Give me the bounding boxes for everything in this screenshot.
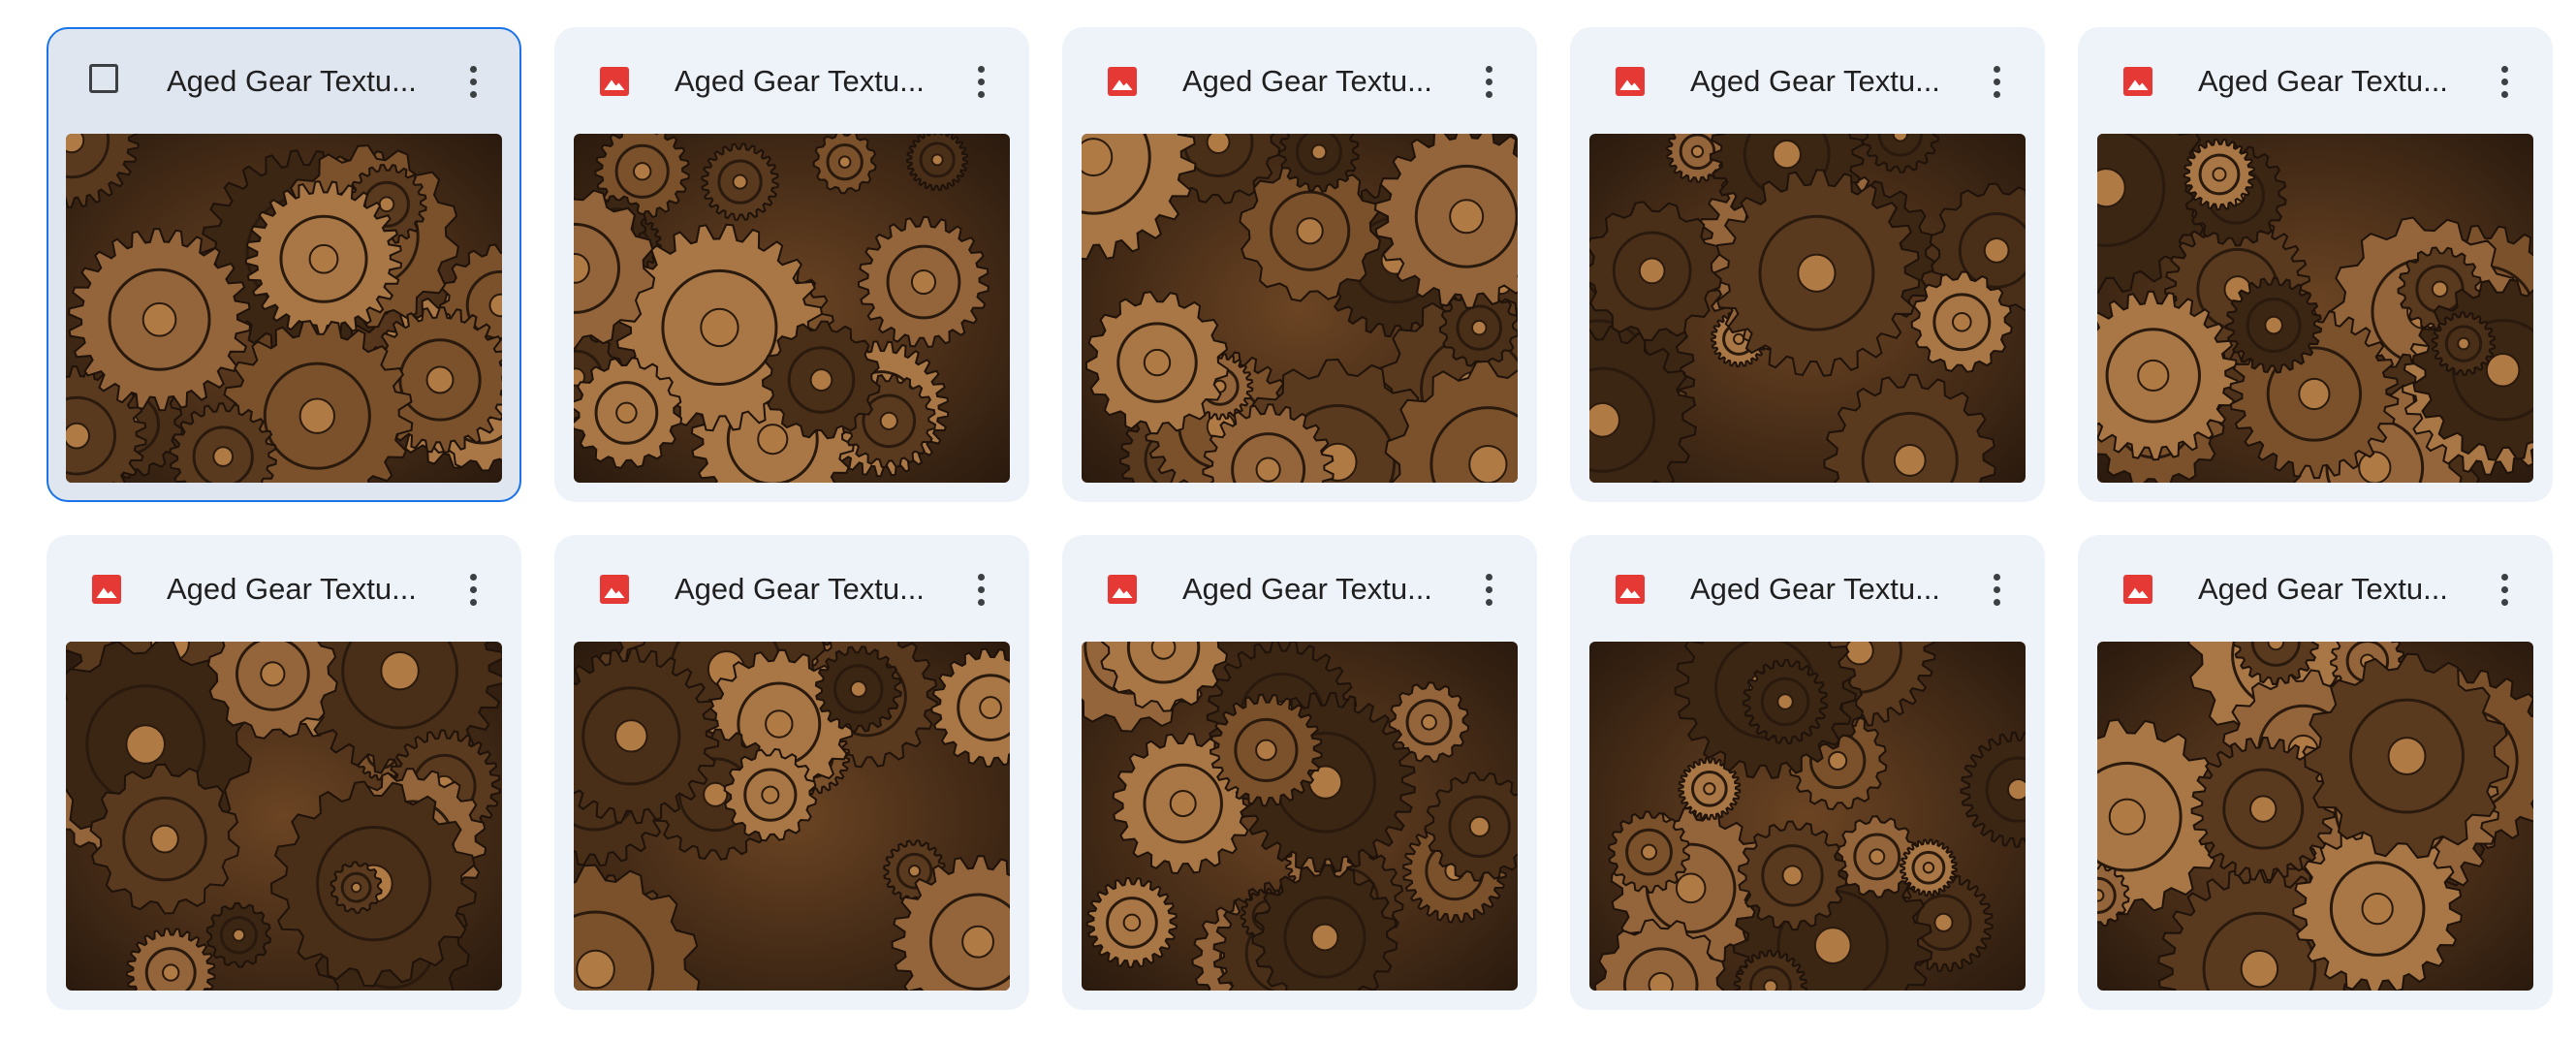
file-card[interactable]: Aged Gear Textu... [1062,535,1537,1010]
file-card-header: Aged Gear Textu... [556,537,1027,642]
file-card[interactable]: Aged Gear Textu... [1062,27,1537,502]
file-card[interactable]: Aged Gear Textu... [1570,27,2045,502]
image-file-icon [2123,575,2152,604]
file-card-header: Aged Gear Textu... [48,537,519,642]
file-thumbnail[interactable] [574,642,1010,991]
image-file-icon [1108,575,1137,604]
checkbox-icon[interactable] [89,64,118,93]
image-file-icon [1616,67,1645,96]
image-file-icon [2123,67,2152,96]
file-name: Aged Gear Textu... [167,572,417,606]
file-thumbnail[interactable] [1589,134,2026,483]
file-thumbnail[interactable] [66,642,502,991]
file-card-header: Aged Gear Textu... [1064,29,1535,134]
more-vert-icon[interactable] [2481,58,2528,105]
file-name: Aged Gear Textu... [1182,572,1432,606]
more-vert-icon[interactable] [2481,566,2528,613]
more-vert-icon[interactable] [450,566,496,613]
file-card-header: Aged Gear Textu... [2080,537,2551,642]
file-card[interactable]: Aged Gear Textu... [554,535,1029,1010]
file-card[interactable]: Aged Gear Textu... [2078,535,2553,1010]
file-thumbnail[interactable] [66,134,502,483]
file-name: Aged Gear Textu... [675,572,925,606]
more-vert-icon[interactable] [450,58,496,105]
file-card-header: Aged Gear Textu... [1572,537,2043,642]
file-grid: Aged Gear Textu... Aged Gear Textu... Ag… [47,27,2553,1010]
file-card[interactable]: Aged Gear Textu... [47,27,521,502]
file-thumbnail[interactable] [1589,642,2026,991]
file-name: Aged Gear Textu... [167,64,417,98]
more-vert-icon[interactable] [1973,566,2020,613]
file-card[interactable]: Aged Gear Textu... [1570,535,2045,1010]
file-name: Aged Gear Textu... [2198,64,2448,98]
image-file-icon [92,575,121,604]
more-vert-icon[interactable] [1465,58,1512,105]
file-card-header: Aged Gear Textu... [48,29,519,134]
image-file-icon [1616,575,1645,604]
file-card[interactable]: Aged Gear Textu... [2078,27,2553,502]
file-name: Aged Gear Textu... [2198,572,2448,606]
file-card-header: Aged Gear Textu... [1572,29,2043,134]
file-name: Aged Gear Textu... [1690,572,1940,606]
file-card-header: Aged Gear Textu... [2080,29,2551,134]
file-card[interactable]: Aged Gear Textu... [554,27,1029,502]
file-name: Aged Gear Textu... [675,64,925,98]
file-thumbnail[interactable] [1082,642,1518,991]
file-thumbnail[interactable] [2097,642,2533,991]
image-file-icon [600,575,629,604]
more-vert-icon[interactable] [1465,566,1512,613]
file-card-header: Aged Gear Textu... [556,29,1027,134]
file-thumbnail[interactable] [574,134,1010,483]
more-vert-icon[interactable] [1973,58,2020,105]
file-thumbnail[interactable] [2097,134,2533,483]
more-vert-icon[interactable] [958,58,1004,105]
file-thumbnail[interactable] [1082,134,1518,483]
more-vert-icon[interactable] [958,566,1004,613]
image-file-icon [600,67,629,96]
file-name: Aged Gear Textu... [1182,64,1432,98]
file-card[interactable]: Aged Gear Textu... [47,535,521,1010]
file-card-header: Aged Gear Textu... [1064,537,1535,642]
file-name: Aged Gear Textu... [1690,64,1940,98]
image-file-icon [1108,67,1137,96]
